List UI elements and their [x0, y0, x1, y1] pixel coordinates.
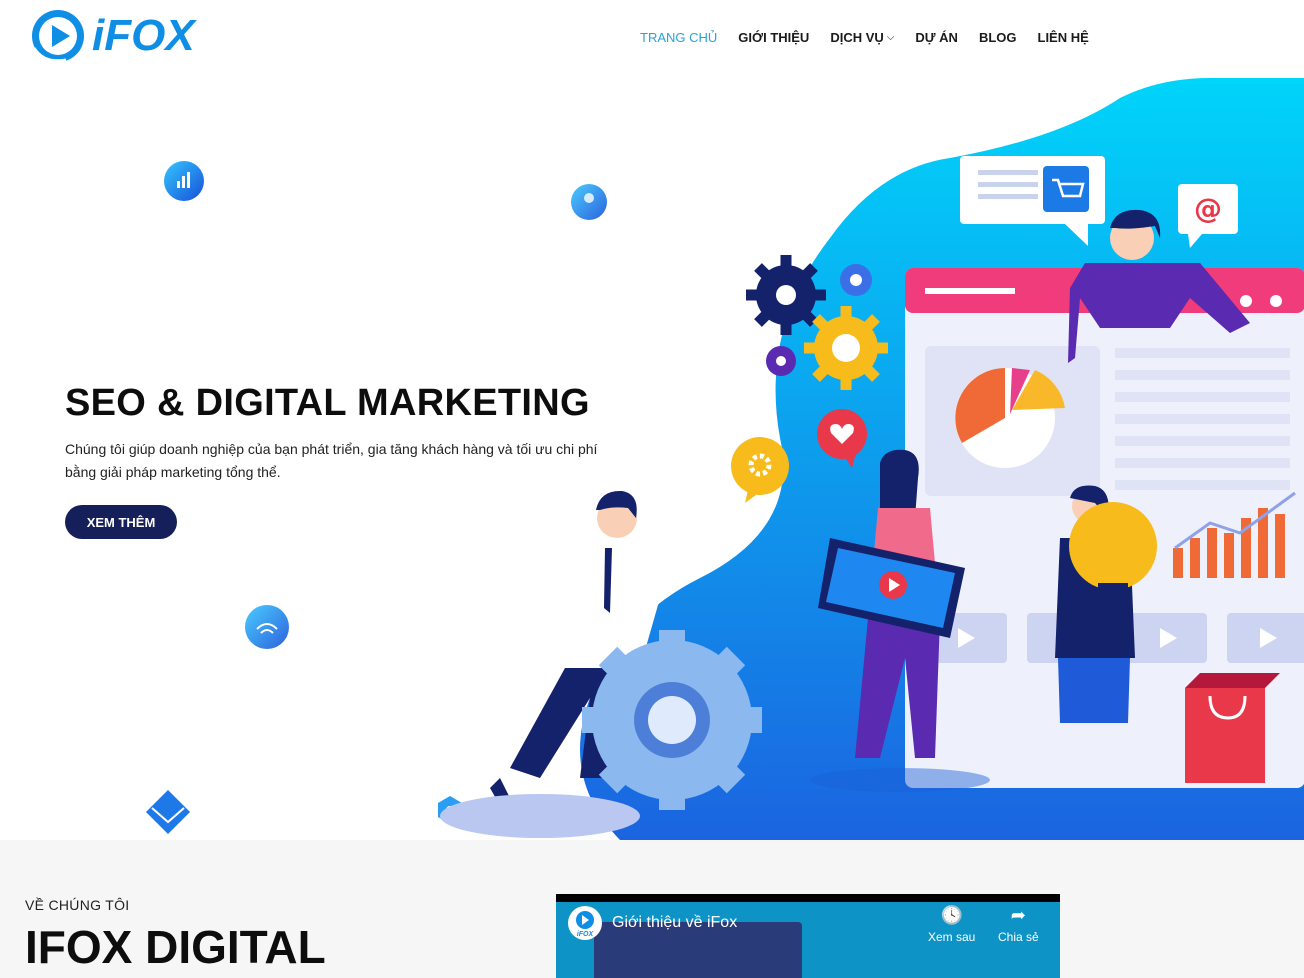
main-nav: TRANG CHỦ GIỚI THIỆU DỊCH VỤ ⌵ DỰ ÁN BLOG… [640, 30, 1110, 45]
user-bubble-icon [571, 184, 607, 220]
nav-item-gioi-thieu[interactable]: GIỚI THIỆU [738, 30, 809, 45]
wifi-bubble-icon [245, 605, 289, 649]
video-top-bar [556, 894, 1060, 902]
chevron-down-icon: ⌵ [886, 32, 895, 43]
clock-icon: 🕓 [940, 905, 963, 925]
section-title: IFOX DIGITAL [25, 921, 326, 973]
share-icon: ➦ [1010, 905, 1026, 925]
nav-item-blog[interactable]: BLOG [979, 30, 1017, 45]
hero-description: Chúng tôi giúp doanh nghiệp của bạn phát… [65, 441, 598, 480]
nav-item-label: DỊCH VỤ [830, 30, 884, 45]
hero-section: @ SEO & DIGITAL MARKETING Chúng tôi giúp… [0, 78, 1304, 840]
video-title[interactable]: Giới thiệu về iFox [612, 914, 737, 932]
read-more-button[interactable]: XEM THÊM [65, 505, 177, 539]
logo-text: iFOX [92, 11, 195, 60]
gear-icon [766, 346, 796, 376]
watch-later-label: Xem sau [928, 930, 976, 944]
nav-item-trang-chu[interactable]: TRANG CHỦ [640, 30, 717, 45]
gear-icon [582, 630, 762, 810]
logo[interactable]: iFOX [30, 8, 195, 64]
hero-title: SEO & DIGITAL MARKETING [65, 382, 590, 424]
video-embed[interactable]: iFOX Giới thiệu về iFox 🕓 Xem sau ➦ Chia… [556, 894, 1060, 978]
play-logo-icon: iFOX [576, 911, 595, 938]
channel-logo-text: iFOX [577, 931, 595, 938]
nav-item-du-an[interactable]: DỰ ÁN [915, 30, 958, 45]
nav-item-dich-vu[interactable]: DỊCH VỤ ⌵ [830, 30, 894, 45]
svg-text:@: @ [1194, 192, 1222, 225]
chart-bubble-icon [164, 161, 204, 201]
about-section: VỀ CHÚNG TÔI IFOX DIGITAL iFOX Giới thiệ… [0, 840, 1304, 978]
gear-icon [840, 264, 872, 296]
section-label: VỀ CHÚNG TÔI [25, 897, 130, 913]
gear-icon [804, 306, 888, 390]
site-header: iFOX TRANG CHỦ GIỚI THIỆU DỊCH VỤ ⌵ DỰ ÁN… [0, 0, 1304, 78]
channel-avatar[interactable]: iFOX [568, 906, 602, 940]
nav-item-lien-he[interactable]: LIÊN HỆ [1038, 30, 1089, 45]
share-label: Chia sẻ [998, 930, 1039, 944]
play-logo-icon [32, 10, 84, 63]
watch-later-button[interactable]: 🕓 Xem sau [928, 904, 975, 944]
mail-bubble-icon [146, 790, 190, 834]
share-button[interactable]: ➦ Chia sẻ [998, 904, 1039, 944]
